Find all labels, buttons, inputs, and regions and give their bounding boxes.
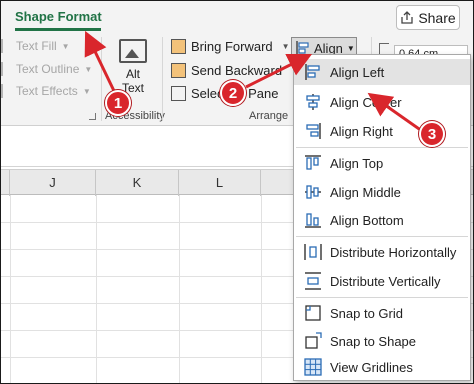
chevron-down-icon: ▼ bbox=[281, 42, 290, 51]
dialog-launcher-icon[interactable] bbox=[89, 113, 96, 120]
selection-pane-icon bbox=[171, 86, 186, 101]
menu-item-snap-to-grid[interactable]: Snap to Grid bbox=[294, 300, 470, 326]
column-header-l[interactable]: L bbox=[179, 170, 261, 196]
align-icon bbox=[296, 41, 309, 55]
alt-text-label-1: Alt bbox=[125, 67, 140, 81]
align-dropdown-menu: Align Left Align Center Align Right Alig… bbox=[293, 54, 471, 381]
menu-item-label: Distribute Horizontally bbox=[330, 244, 457, 260]
grid-line bbox=[261, 195, 262, 383]
tab-shape-format[interactable]: Shape Format bbox=[15, 9, 102, 24]
send-backward-icon bbox=[171, 63, 186, 78]
chevron-down-icon: ▼ bbox=[82, 86, 91, 96]
menu-item-align-bottom[interactable]: Align Bottom bbox=[294, 207, 470, 233]
menu-item-label: Snap to Shape bbox=[330, 333, 417, 349]
distribute-horizontally-icon bbox=[304, 244, 322, 260]
chevron-down-icon: ▼ bbox=[346, 43, 355, 53]
menu-separator bbox=[296, 236, 468, 237]
align-top-icon bbox=[305, 155, 321, 170]
share-button[interactable]: Share bbox=[396, 5, 460, 30]
text-fill-icon bbox=[1, 39, 13, 53]
group-separator bbox=[162, 37, 163, 121]
text-outline-label: Text Outline bbox=[16, 62, 80, 76]
align-left-icon bbox=[305, 64, 320, 80]
distribute-vertically-icon bbox=[305, 272, 321, 290]
callout-badge-2: 2 bbox=[220, 80, 246, 106]
menu-item-label: Snap to Grid bbox=[330, 305, 403, 321]
align-center-icon bbox=[306, 94, 320, 110]
menu-item-label: Align Top bbox=[330, 155, 384, 171]
send-backward-button[interactable]: Send Backward ▼ bbox=[171, 63, 299, 78]
text-outline-button[interactable]: Text Outline ▼ bbox=[1, 62, 92, 76]
chevron-down-icon: ▼ bbox=[84, 64, 93, 74]
menu-separator bbox=[296, 147, 468, 148]
snap-to-shape-icon bbox=[305, 332, 322, 349]
share-icon bbox=[401, 10, 413, 24]
send-backward-label: Send Backward bbox=[191, 63, 283, 78]
column-header-partial bbox=[1, 170, 10, 196]
menu-item-align-center[interactable]: Align Center bbox=[294, 89, 470, 115]
menu-item-label: Align Left bbox=[330, 64, 385, 80]
arrange-group-label: Arrange bbox=[249, 110, 289, 122]
menu-item-view-gridlines[interactable]: View Gridlines bbox=[294, 354, 470, 380]
active-tab-indicator bbox=[15, 28, 101, 31]
menu-item-label: Align Middle bbox=[330, 184, 401, 200]
bring-forward-button[interactable]: Bring Forward ▼ bbox=[171, 39, 290, 54]
menu-item-distribute-vertically[interactable]: Distribute Vertically bbox=[294, 268, 470, 294]
menu-item-label: Align Center bbox=[330, 94, 402, 110]
menu-item-snap-to-shape[interactable]: Snap to Shape bbox=[294, 328, 470, 354]
text-effects-icon bbox=[1, 84, 13, 98]
snap-to-grid-icon bbox=[305, 305, 321, 321]
align-bottom-icon bbox=[305, 213, 321, 228]
menu-item-label: Align Right bbox=[330, 123, 393, 139]
bring-forward-label: Bring Forward bbox=[191, 39, 273, 54]
column-header-k[interactable]: K bbox=[96, 170, 179, 196]
grid-line bbox=[96, 195, 97, 383]
align-middle-icon bbox=[305, 185, 321, 199]
group-separator bbox=[101, 37, 102, 121]
menu-item-label: Distribute Vertically bbox=[330, 273, 441, 289]
alt-text-button[interactable]: Alt Text bbox=[113, 39, 153, 95]
menu-item-distribute-horizontally[interactable]: Distribute Horizontally bbox=[294, 239, 470, 265]
text-outline-icon bbox=[1, 62, 13, 76]
grid-line bbox=[10, 195, 11, 383]
menu-item-align-middle[interactable]: Align Middle bbox=[294, 179, 470, 205]
excel-window: Shape Format Share Text Fill ▼ Text Outl… bbox=[0, 0, 474, 384]
text-fill-label: Text Fill bbox=[16, 39, 57, 53]
ribbon-tab-bar: Shape Format Share bbox=[1, 1, 473, 33]
bring-forward-icon bbox=[171, 39, 186, 54]
menu-item-label: View Gridlines bbox=[330, 359, 413, 375]
menu-item-label: Align Bottom bbox=[330, 212, 404, 228]
chevron-down-icon: ▼ bbox=[61, 41, 70, 51]
text-effects-label: Text Effects bbox=[16, 84, 78, 98]
text-effects-button[interactable]: Text Effects ▼ bbox=[1, 84, 91, 98]
callout-badge-3: 3 bbox=[419, 121, 445, 147]
column-header-j[interactable]: J bbox=[10, 170, 96, 196]
grid-line bbox=[179, 195, 180, 383]
align-right-icon bbox=[306, 123, 321, 139]
view-gridlines-icon bbox=[304, 358, 322, 376]
text-fill-button[interactable]: Text Fill ▼ bbox=[1, 39, 70, 53]
alt-text-icon bbox=[119, 39, 147, 63]
menu-item-align-left[interactable]: Align Left bbox=[294, 59, 470, 85]
menu-separator bbox=[296, 297, 468, 298]
menu-item-align-top[interactable]: Align Top bbox=[294, 150, 470, 176]
callout-badge-1: 1 bbox=[105, 90, 131, 116]
share-label: Share bbox=[418, 9, 456, 26]
